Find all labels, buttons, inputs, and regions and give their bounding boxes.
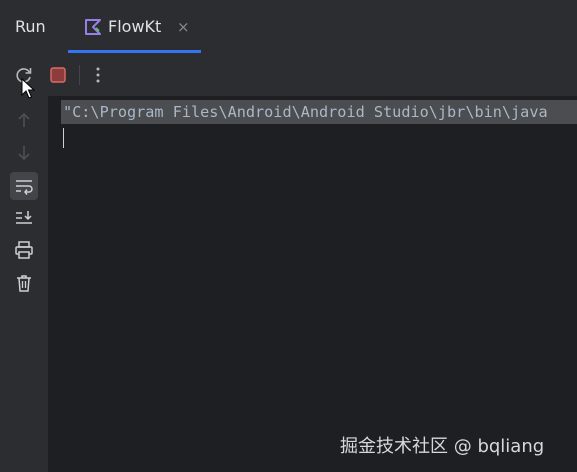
- tab-flowkt[interactable]: FlowKt ×: [68, 0, 201, 54]
- tool-window-title[interactable]: Run: [15, 17, 46, 36]
- close-icon[interactable]: ×: [177, 18, 190, 36]
- text-caret: [63, 128, 64, 148]
- watermark: 掘金技术社区 @ bqliang: [340, 436, 545, 457]
- active-tab-indicator: [68, 50, 201, 53]
- stop-icon[interactable]: [46, 63, 70, 87]
- trash-icon[interactable]: [12, 271, 36, 295]
- console-line: "C:\Program Files\Android\Android Studio…: [61, 100, 577, 124]
- scroll-to-end-icon[interactable]: [12, 206, 36, 230]
- run-toolbar: [0, 54, 577, 96]
- arrow-down-icon[interactable]: [12, 141, 36, 165]
- print-icon[interactable]: [12, 238, 36, 262]
- tab-label[interactable]: FlowKt: [108, 17, 161, 36]
- tool-window-header: Run FlowKt ×: [0, 0, 577, 54]
- toolbar-separator: [79, 65, 80, 85]
- kotlin-file-icon: [84, 18, 102, 36]
- console-output[interactable]: "C:\Program Files\Android\Android Studio…: [48, 96, 577, 472]
- arrow-up-icon[interactable]: [12, 108, 36, 132]
- soft-wrap-icon[interactable]: [10, 172, 38, 200]
- console-sidebar: [0, 96, 48, 472]
- mouse-cursor-icon: [21, 78, 35, 100]
- more-vertical-icon[interactable]: [86, 63, 110, 87]
